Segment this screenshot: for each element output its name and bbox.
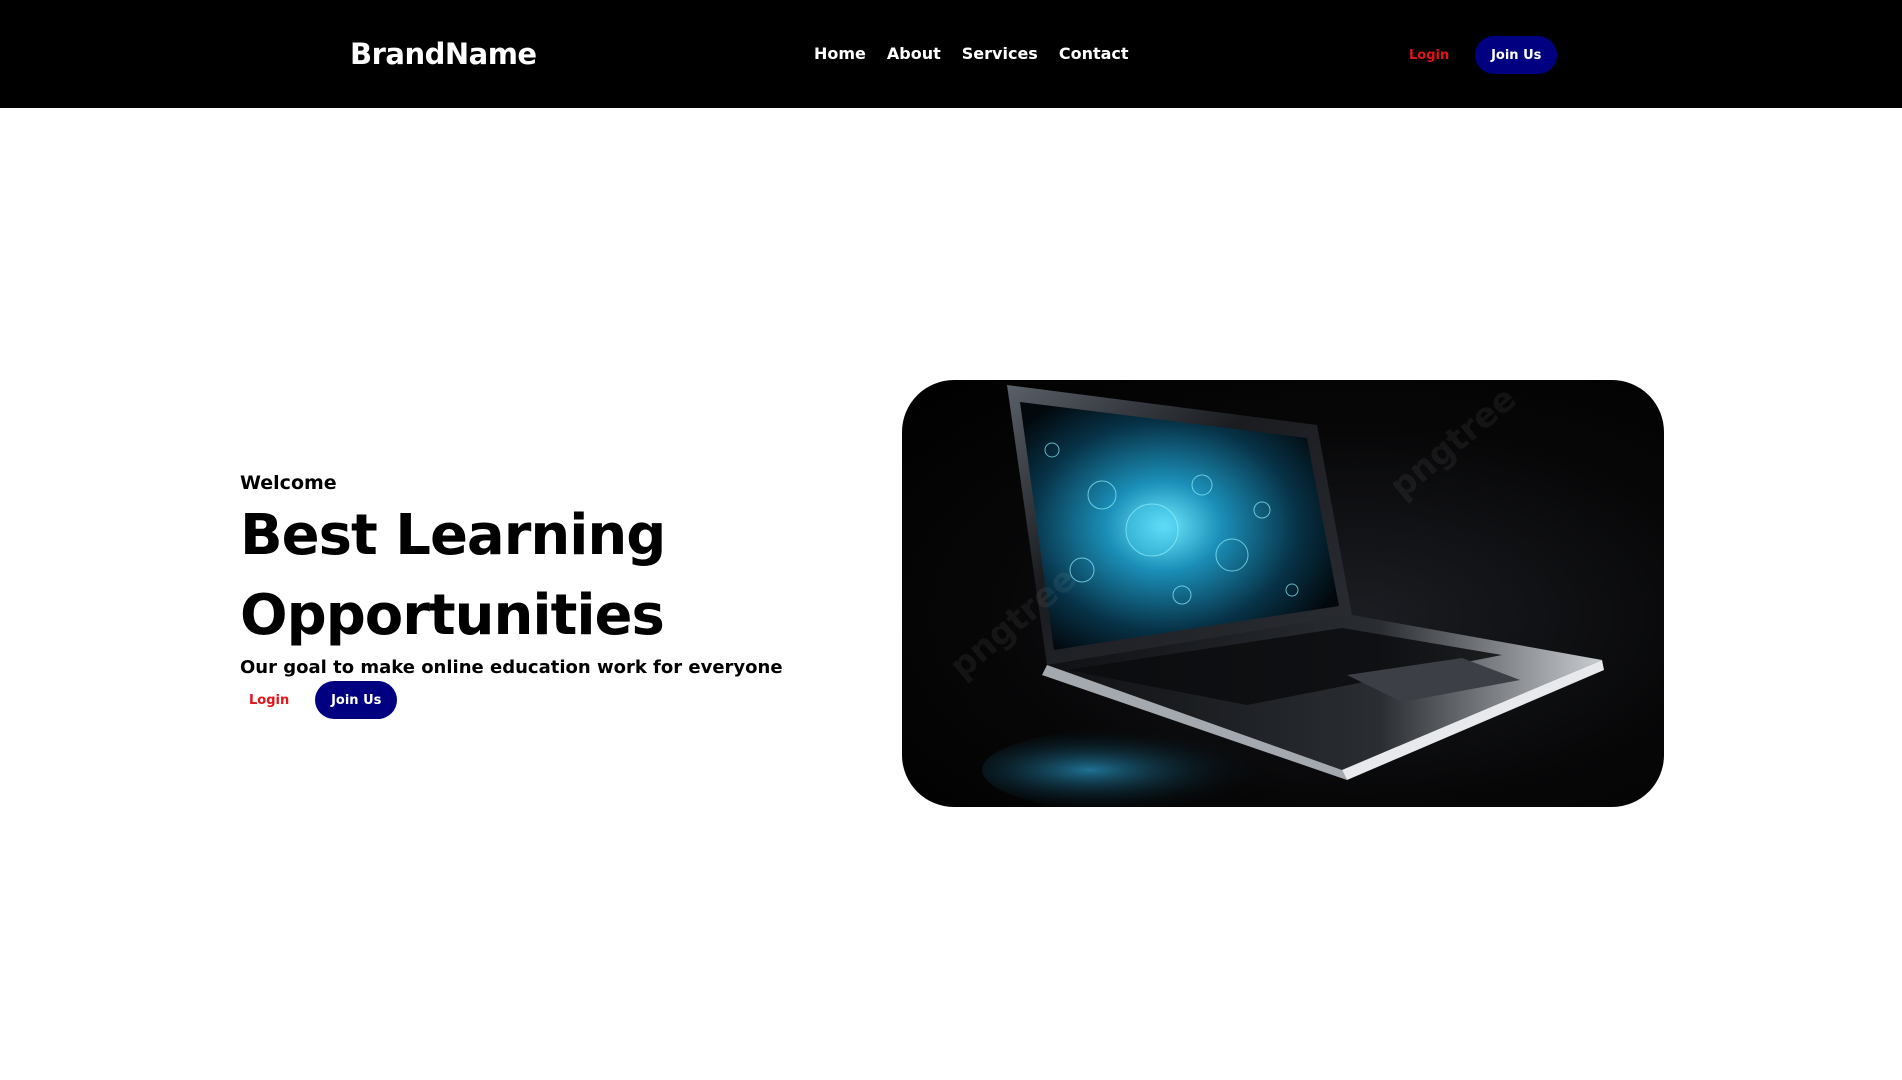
- main-nav: Home About Services Contact: [814, 40, 1129, 68]
- watermark-text: pngtree: [1382, 380, 1524, 507]
- hero-headline-line1: Best Learning: [240, 503, 666, 568]
- header-login-button[interactable]: Login: [1405, 48, 1453, 63]
- hero-join-button[interactable]: Join Us: [315, 681, 398, 719]
- nav-home-link[interactable]: Home: [814, 40, 866, 68]
- navbar: BrandName Home About Services Contact Lo…: [0, 0, 1902, 108]
- nav-services-link[interactable]: Services: [962, 40, 1038, 68]
- hero-welcome: Welcome: [240, 472, 337, 494]
- brand-logo[interactable]: BrandName: [350, 34, 537, 74]
- hero-headline: Best Learning Opportunities: [240, 496, 800, 656]
- hero-actions: Login Join Us: [245, 681, 398, 719]
- hero-headline-line2: Opportunities: [240, 583, 665, 648]
- header-actions: Login Join Us: [1405, 36, 1558, 74]
- laptop-illustration: pngtree pngtree: [942, 380, 1604, 807]
- hero-login-button[interactable]: Login: [245, 693, 293, 708]
- header-join-button[interactable]: Join Us: [1475, 36, 1558, 74]
- nav-contact-link[interactable]: Contact: [1059, 40, 1129, 68]
- laptop-image: pngtree pngtree: [902, 380, 1664, 807]
- hero-text: Welcome Best Learning Opportunities Our …: [240, 470, 800, 680]
- hero-subtitle: Our goal to make online education work f…: [240, 657, 783, 678]
- nav-about-link[interactable]: About: [887, 40, 941, 68]
